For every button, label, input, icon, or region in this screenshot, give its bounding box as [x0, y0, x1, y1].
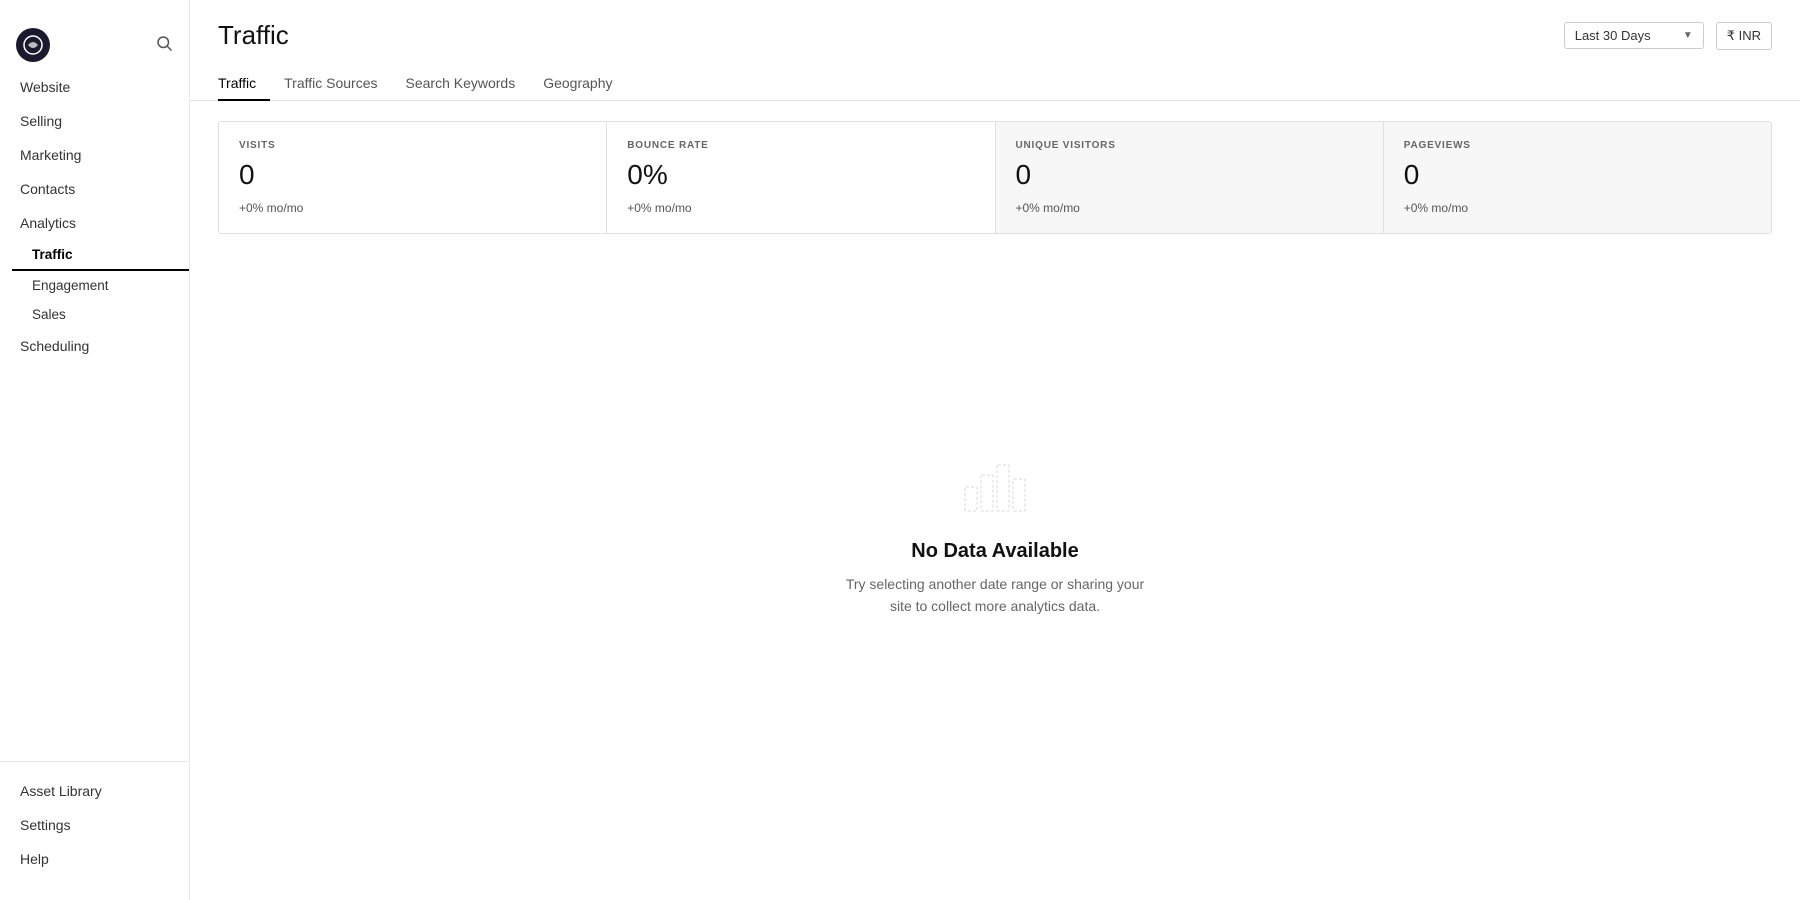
- visits-label: VISITS: [239, 140, 586, 151]
- tab-search-keywords[interactable]: Search Keywords: [392, 67, 530, 101]
- no-data-chart-icon: [955, 457, 1035, 522]
- sidebar-item-traffic[interactable]: Traffic: [12, 240, 189, 271]
- pageviews-value: 0: [1404, 159, 1751, 191]
- page-title: Traffic: [218, 20, 289, 51]
- stats-row: VISITS 0 +0% mo/mo BOUNCE RATE 0% +0% mo…: [218, 121, 1772, 234]
- pageviews-label: PAGEVIEWS: [1404, 140, 1751, 151]
- sidebar-item-sales[interactable]: Sales: [12, 300, 189, 329]
- app-logo[interactable]: [16, 28, 50, 62]
- sidebar-item-help[interactable]: Help: [0, 842, 189, 876]
- page-header: Traffic Last 30 Days ▼ ₹ INR: [190, 0, 1800, 51]
- sidebar-item-engagement[interactable]: Engagement: [12, 271, 189, 300]
- search-icon[interactable]: [155, 34, 173, 57]
- visits-value: 0: [239, 159, 586, 191]
- stat-card-unique-visitors: UNIQUE VISITORS 0 +0% mo/mo: [996, 122, 1384, 233]
- sidebar-item-contacts[interactable]: Contacts: [0, 172, 189, 206]
- tab-traffic-sources[interactable]: Traffic Sources: [270, 67, 391, 101]
- sidebar-bottom: Asset Library Settings Help: [0, 761, 189, 884]
- sidebar-item-selling[interactable]: Selling: [0, 104, 189, 138]
- chevron-down-icon: ▼: [1683, 30, 1693, 41]
- tab-bar: Traffic Traffic Sources Search Keywords …: [190, 51, 1800, 101]
- sidebar-item-analytics[interactable]: Analytics: [0, 206, 189, 240]
- sidebar-item-settings[interactable]: Settings: [0, 808, 189, 842]
- sidebar-item-website[interactable]: Website: [0, 70, 189, 104]
- unique-visitors-label: UNIQUE VISITORS: [1016, 140, 1363, 151]
- main-content: Traffic Last 30 Days ▼ ₹ INR Traffic Tra…: [190, 0, 1800, 900]
- currency-selector[interactable]: ₹ INR: [1716, 22, 1772, 50]
- analytics-subnav: Traffic Engagement Sales: [0, 240, 189, 329]
- bounce-rate-change: +0% mo/mo: [627, 201, 974, 215]
- unique-visitors-value: 0: [1016, 159, 1363, 191]
- header-controls: Last 30 Days ▼ ₹ INR: [1564, 22, 1772, 50]
- sidebar-item-scheduling[interactable]: Scheduling: [0, 329, 189, 363]
- no-data-description: Try selecting another date range or shar…: [845, 573, 1145, 618]
- sidebar-item-asset-library[interactable]: Asset Library: [0, 774, 189, 808]
- stat-card-pageviews: PAGEVIEWS 0 +0% mo/mo: [1384, 122, 1771, 233]
- pageviews-change: +0% mo/mo: [1404, 201, 1751, 215]
- visits-change: +0% mo/mo: [239, 201, 586, 215]
- no-data-title: No Data Available: [911, 540, 1078, 563]
- bounce-rate-label: BOUNCE RATE: [627, 140, 974, 151]
- bounce-rate-value: 0%: [627, 159, 974, 191]
- tab-traffic[interactable]: Traffic: [218, 67, 270, 101]
- date-range-selector[interactable]: Last 30 Days ▼: [1564, 22, 1704, 49]
- empty-state: No Data Available Try selecting another …: [190, 234, 1800, 900]
- sidebar-top: [0, 16, 189, 70]
- sidebar: Website Selling Marketing Contacts Analy…: [0, 0, 190, 900]
- date-range-label: Last 30 Days: [1575, 28, 1651, 43]
- sidebar-nav: Website Selling Marketing Contacts Analy…: [0, 70, 189, 761]
- tab-geography[interactable]: Geography: [529, 67, 626, 101]
- stat-card-bounce-rate: BOUNCE RATE 0% +0% mo/mo: [607, 122, 995, 233]
- stat-card-visits: VISITS 0 +0% mo/mo: [219, 122, 607, 233]
- unique-visitors-change: +0% mo/mo: [1016, 201, 1363, 215]
- sidebar-item-marketing[interactable]: Marketing: [0, 138, 189, 172]
